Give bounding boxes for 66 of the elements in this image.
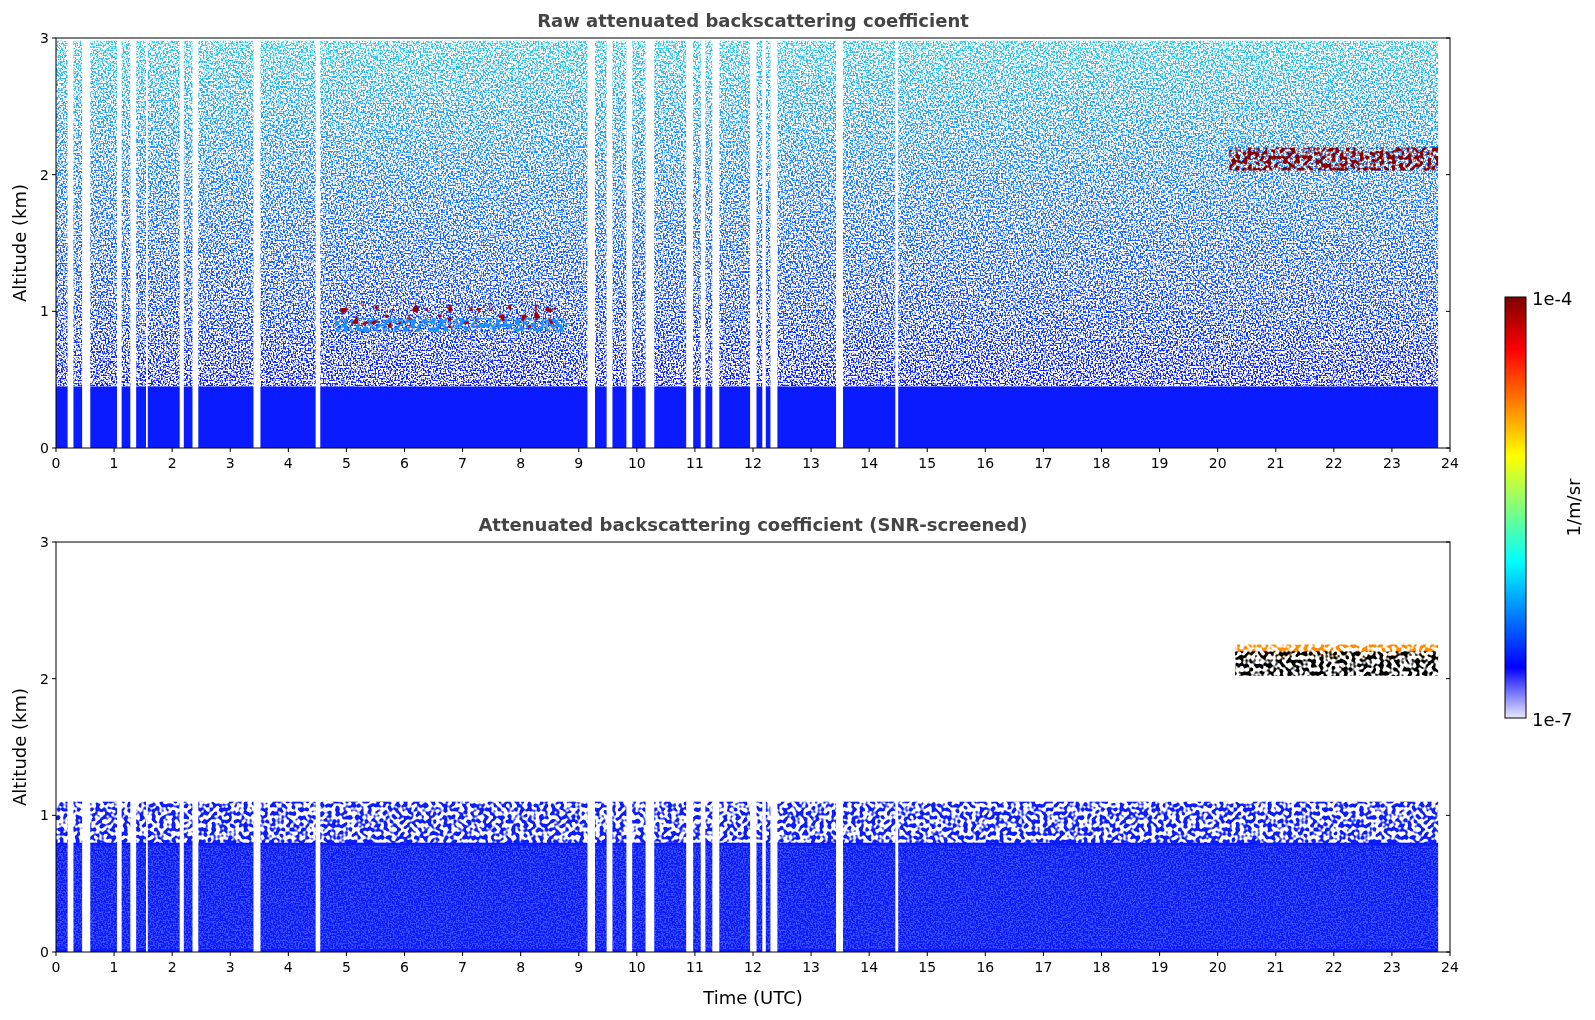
x-tick-label: 1	[109, 455, 119, 471]
x-tick-label: 2	[167, 455, 177, 471]
x-tick-label: 24	[1441, 959, 1459, 975]
x-tick-label: 15	[918, 959, 937, 975]
plot-title: Raw attenuated backscattering coefficient	[537, 10, 969, 31]
x-tick-label: 18	[1092, 959, 1111, 975]
y-tick-label: 2	[40, 670, 49, 687]
x-tick-label: 4	[283, 959, 293, 975]
colorbar-label: 1/m/sr	[1563, 478, 1584, 537]
y-axis-label: Altitude (km)	[9, 687, 30, 807]
x-tick-label: 24	[1441, 455, 1459, 471]
x-tick-label: 2	[167, 959, 177, 975]
y-tick-label: 1	[40, 303, 49, 320]
x-tick-label: 8	[516, 959, 526, 975]
y-tick-label: 3	[40, 534, 49, 550]
x-tick-label: 13	[802, 455, 820, 471]
x-tick-label: 23	[1383, 455, 1401, 471]
x-tick-label: 20	[1208, 959, 1227, 975]
x-axis-label: Time (UTC)	[703, 987, 803, 1008]
x-tick-label: 10	[627, 455, 646, 471]
y-tick-label: 0	[40, 440, 49, 456]
x-tick-label: 14	[860, 455, 879, 471]
y-tick-label: 3	[40, 30, 49, 46]
x-tick-label: 3	[225, 959, 235, 975]
x-tick-label: 4	[283, 455, 293, 471]
x-tick-label: 17	[1034, 959, 1053, 975]
x-tick-label: 8	[516, 455, 526, 471]
colorbar-max-label: 1e-4	[1532, 288, 1573, 309]
x-tick-label: 0	[51, 959, 61, 975]
x-tick-label: 16	[976, 455, 995, 471]
x-tick-label: 7	[458, 959, 468, 975]
y-tick-label: 1	[40, 807, 49, 824]
x-tick-label: 22	[1324, 959, 1343, 975]
x-tick-label: 5	[341, 455, 351, 471]
x-tick-label: 13	[802, 959, 820, 975]
y-tick-label: 2	[40, 166, 49, 183]
x-tick-label: 16	[976, 959, 995, 975]
y-tick-label: 0	[40, 944, 49, 960]
x-tick-label: 6	[400, 455, 409, 471]
x-tick-label: 19	[1150, 455, 1169, 471]
y-axis-label: Altitude (km)	[9, 183, 30, 303]
x-tick-label: 14	[860, 959, 879, 975]
x-tick-label: 21	[1266, 455, 1285, 471]
x-tick-label: 11	[686, 455, 704, 471]
x-tick-label: 18	[1092, 455, 1111, 471]
x-tick-label: 12	[744, 959, 762, 975]
x-tick-label: 9	[574, 959, 584, 975]
x-tick-label: 15	[918, 455, 937, 471]
x-tick-label: 17	[1034, 455, 1053, 471]
colorbar-min-label: 1e-7	[1532, 709, 1573, 730]
x-tick-label: 7	[458, 455, 468, 471]
x-tick-label: 19	[1150, 959, 1169, 975]
x-tick-label: 5	[341, 959, 351, 975]
plot-title: Attenuated backscattering coefficient (SNR-screened)	[478, 514, 1028, 535]
x-tick-label: 3	[225, 455, 235, 471]
x-tick-label: 23	[1383, 959, 1401, 975]
x-tick-label: 11	[686, 959, 704, 975]
x-tick-label: 6	[400, 959, 409, 975]
x-tick-label: 12	[744, 455, 762, 471]
x-tick-label: 10	[627, 959, 646, 975]
x-tick-label: 21	[1266, 959, 1285, 975]
x-tick-label: 22	[1324, 455, 1343, 471]
x-tick-label: 1	[109, 959, 119, 975]
x-tick-label: 9	[574, 455, 584, 471]
x-tick-label: 0	[51, 455, 61, 471]
x-tick-label: 20	[1208, 455, 1227, 471]
